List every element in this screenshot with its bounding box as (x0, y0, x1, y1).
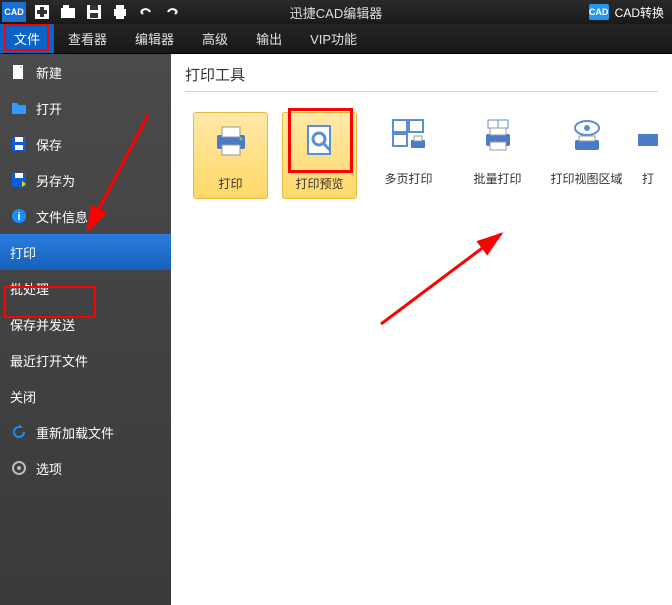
sidebar-item-label: 保存并发送 (10, 315, 75, 334)
redo-button[interactable] (160, 2, 184, 22)
app-icon: CAD (2, 2, 26, 22)
sidebar-item-label: 批处理 (10, 279, 49, 298)
save-button[interactable] (82, 2, 106, 22)
content-panel: 打印工具 打印 打印预览 多页打印 批量打印 (171, 54, 672, 605)
tool-print-preview[interactable]: 打印预览 (282, 112, 357, 199)
sidebar-item-open[interactable]: 打开 (0, 90, 171, 126)
sidebar-item-label: 保存 (36, 135, 62, 154)
menu-file[interactable]: 文件 (0, 24, 54, 53)
tool-label: 多页打印 (384, 170, 432, 187)
tool-print[interactable]: 打印 (193, 112, 268, 199)
sidebar-item-label: 关闭 (10, 387, 36, 406)
tool-label: 打印 (218, 175, 242, 192)
tool-multipage-print[interactable]: 多页打印 (371, 112, 446, 199)
sidebar-item-options[interactable]: 选项 (0, 450, 171, 486)
convert-label[interactable]: CAD转换 (615, 4, 664, 21)
multipage-icon (381, 112, 437, 160)
sidebar-item-fileinfo[interactable]: i 文件信息 (0, 198, 171, 234)
tool-label: 打印视图区域 (550, 170, 622, 187)
menu-output[interactable]: 输出 (242, 24, 296, 53)
annotation-arrow (371, 224, 531, 334)
sidebar-item-label: 文件信息 (36, 207, 88, 226)
sidebar-item-batch[interactable]: 批处理 (0, 270, 171, 306)
svg-text:i: i (17, 211, 20, 223)
sidebar-item-recent[interactable]: 最近打开文件 (0, 342, 171, 378)
tool-partial[interactable]: 打 (638, 112, 658, 199)
sidebar-item-label: 另存为 (36, 171, 75, 190)
reload-icon (10, 423, 28, 441)
sidebar-item-label: 打开 (36, 99, 62, 118)
gear-icon (10, 459, 28, 477)
menu-advanced[interactable]: 高级 (188, 24, 242, 53)
sidebar-item-label: 打印 (10, 243, 36, 262)
titlebar: CAD 迅捷CAD编辑器 CAD CAD转换 (0, 0, 672, 24)
tool-label: 打 (642, 170, 654, 187)
new-icon (10, 63, 28, 81)
new-button[interactable] (30, 2, 54, 22)
batch-print-icon (470, 112, 526, 160)
content-title: 打印工具 (185, 64, 658, 85)
open-button[interactable] (56, 2, 80, 22)
info-icon: i (10, 207, 28, 225)
tool-label: 批量打印 (473, 170, 521, 187)
tool-label: 打印预览 (295, 175, 343, 192)
app-title: 迅捷CAD编辑器 (290, 3, 382, 22)
printer-icon (203, 117, 259, 165)
undo-button[interactable] (134, 2, 158, 22)
sidebar-item-saveas[interactable]: 另存为 (0, 162, 171, 198)
sidebar-item-save[interactable]: 保存 (0, 126, 171, 162)
viewport-print-icon (559, 112, 615, 160)
save-icon (10, 135, 28, 153)
open-icon (10, 99, 28, 117)
sidebar-item-print[interactable]: 打印 (0, 234, 171, 270)
divider (185, 91, 658, 92)
sidebar-item-new[interactable]: 新建 (0, 54, 171, 90)
sidebar: 新建 打开 保存 另存为 i 文件信息 打印 批处理 (0, 54, 171, 605)
partial-icon (638, 112, 658, 160)
print-button[interactable] (108, 2, 132, 22)
sidebar-item-savesend[interactable]: 保存并发送 (0, 306, 171, 342)
sidebar-item-reload[interactable]: 重新加载文件 (0, 414, 171, 450)
sidebar-item-label: 最近打开文件 (10, 351, 88, 370)
menu-viewer[interactable]: 查看器 (54, 24, 121, 53)
tool-print-viewport[interactable]: 打印视图区域 (549, 112, 624, 199)
menu-vip[interactable]: VIP功能 (296, 24, 371, 53)
quick-access-toolbar (30, 2, 184, 22)
sidebar-item-label: 选项 (36, 459, 62, 478)
convert-icon[interactable]: CAD (589, 4, 609, 20)
menu-editor[interactable]: 编辑器 (121, 24, 188, 53)
menubar: 文件 查看器 编辑器 高级 输出 VIP功能 (0, 24, 672, 54)
saveas-icon (10, 171, 28, 189)
preview-icon (292, 117, 348, 165)
sidebar-item-close[interactable]: 关闭 (0, 378, 171, 414)
sidebar-item-label: 新建 (36, 63, 62, 82)
tool-batch-print[interactable]: 批量打印 (460, 112, 535, 199)
sidebar-item-label: 重新加载文件 (36, 423, 114, 442)
